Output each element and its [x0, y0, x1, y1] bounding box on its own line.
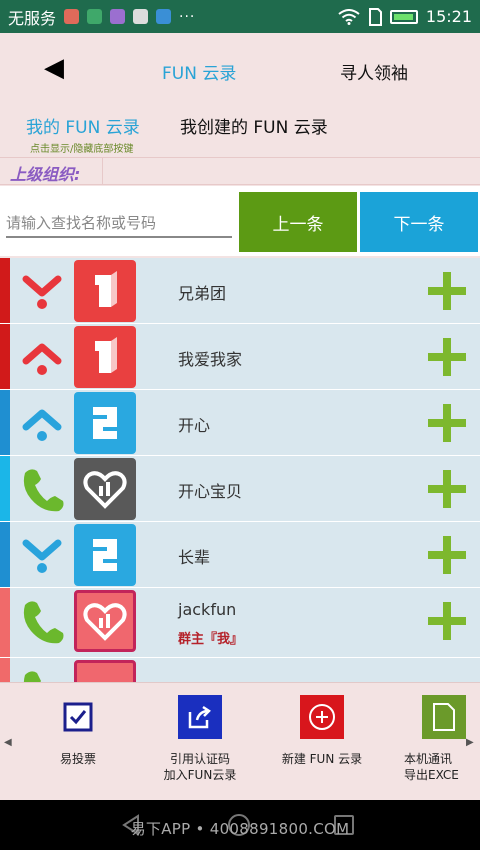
add-icon[interactable]: [428, 338, 466, 376]
chevron-down-icon: [14, 262, 70, 320]
level-1-icon: [74, 260, 136, 322]
add-icon[interactable]: [428, 602, 466, 640]
tab-my-fun-cloud[interactable]: 我的 FUN 云录 点击显示/隐藏底部按键: [26, 113, 156, 155]
status-bar: 无服务 ··· 15:21: [0, 0, 480, 33]
add-icon[interactable]: [428, 272, 466, 310]
app-header: ◀ FUN 云录 寻人领袖: [0, 33, 480, 105]
app-notification-icon: [133, 9, 149, 24]
add-circle-icon: [300, 695, 344, 739]
watermark: 易下APP • 4008891800.COM: [130, 820, 350, 838]
tab-my-label: 我的 FUN 云录: [26, 118, 140, 138]
list-item[interactable]: jackfun 群主『我』: [0, 588, 480, 658]
item-name: 开心: [178, 416, 211, 435]
parent-org-row[interactable]: 上级组织:: [0, 157, 480, 185]
row-color-stripe: [0, 390, 10, 455]
tab-my-hint: 点击显示/隐藏底部按键: [30, 144, 134, 155]
item-name: 我爱我家: [178, 350, 243, 369]
find-leader-button[interactable]: 寻人领袖: [340, 59, 408, 84]
chevron-down-icon: [14, 526, 70, 584]
bottom-toolbar: ◀ 易投票 引用认证码 加入FUN云录 新建 FUN 云录 本机通讯 导出EXC…: [0, 682, 480, 800]
chevron-up-icon: [14, 394, 70, 452]
row-color-stripe: [0, 456, 10, 521]
list-item[interactable]: 开心: [0, 390, 480, 456]
wifi-icon: [338, 8, 360, 25]
app-notification-icon: [156, 9, 172, 24]
checkbox-icon: [56, 695, 100, 739]
phone-icon: [14, 592, 70, 650]
system-nav-bar: 易下APP • 4008891800.COM: [0, 800, 480, 850]
add-icon[interactable]: [428, 470, 466, 508]
export-label-line2: 导出EXCE: [404, 768, 459, 782]
more-notifications-icon: ···: [179, 8, 196, 25]
chevron-up-icon: [14, 328, 70, 386]
list-item[interactable]: 长辈: [0, 522, 480, 588]
phone-icon: [14, 460, 70, 518]
row-color-stripe: [0, 588, 10, 657]
phone-icon: [14, 662, 70, 682]
new-label: 新建 FUN 云录: [281, 752, 363, 766]
battery-icon: [389, 9, 418, 24]
row-color-stripe: [0, 658, 10, 682]
prev-button[interactable]: 上一条: [239, 192, 357, 252]
level-1-icon: [74, 326, 136, 388]
clock: 15:21: [425, 7, 472, 26]
document-icon: [422, 695, 466, 739]
add-icon[interactable]: [428, 536, 466, 574]
heart-icon: [74, 590, 136, 652]
scroll-right-icon[interactable]: ▶: [466, 737, 474, 748]
sim-icon: [368, 7, 382, 26]
heart-icon: [74, 458, 136, 520]
vote-button[interactable]: 易投票: [28, 695, 128, 767]
app-notification-icon: [110, 9, 126, 24]
item-name: 兄弟团: [178, 284, 227, 303]
search-input[interactable]: [6, 210, 232, 238]
group-list: 兄弟团 我爱我家 开心 开心宝贝 长辈 jackfun 群主『我』: [0, 258, 480, 682]
vote-label: 易投票: [59, 752, 96, 766]
level-2-icon: [74, 524, 136, 586]
row-color-stripe: [0, 522, 10, 587]
tab-created-fun-cloud[interactable]: 我创建的 FUN 云录: [180, 113, 328, 138]
divider: [102, 158, 103, 184]
cite-label-line1: 引用认证码: [169, 752, 230, 766]
tab-bar: 我的 FUN 云录 点击显示/隐藏底部按键 我创建的 FUN 云录: [0, 105, 480, 155]
item-owner-tag: 群主『我』: [178, 632, 244, 647]
row-color-stripe: [0, 324, 10, 389]
scroll-left-icon[interactable]: ◀: [4, 737, 12, 748]
carrier-label: 无服务: [8, 8, 57, 28]
cite-label-line2: 加入FUN云录: [163, 768, 237, 782]
list-item[interactable]: 兄弟团: [0, 258, 480, 324]
cite-code-button[interactable]: 引用认证码 加入FUN云录: [150, 695, 250, 783]
list-item[interactable]: 我爱我家: [0, 324, 480, 390]
parent-org-label: 上级组织:: [10, 165, 81, 184]
app-notification-icon: [87, 9, 103, 24]
item-name: 长辈: [178, 548, 211, 567]
row-color-stripe: [0, 258, 10, 323]
app-notification-icon: [64, 9, 80, 24]
list-item[interactable]: [0, 658, 480, 682]
level-2-icon: [74, 392, 136, 454]
item-name: jackfun: [178, 600, 237, 619]
share-icon: [178, 695, 222, 739]
page-title: FUN 云录: [162, 64, 237, 84]
search-row: 上一条 下一条: [0, 186, 480, 256]
next-button[interactable]: 下一条: [360, 192, 478, 252]
heart-icon: [74, 660, 136, 682]
export-label-line1: 本机通讯: [404, 752, 453, 766]
item-name: 开心宝贝: [178, 482, 243, 501]
add-icon[interactable]: [428, 404, 466, 442]
back-button[interactable]: ◀: [44, 53, 64, 83]
new-fun-cloud-button[interactable]: 新建 FUN 云录: [272, 695, 372, 767]
list-item[interactable]: 开心宝贝: [0, 456, 480, 522]
